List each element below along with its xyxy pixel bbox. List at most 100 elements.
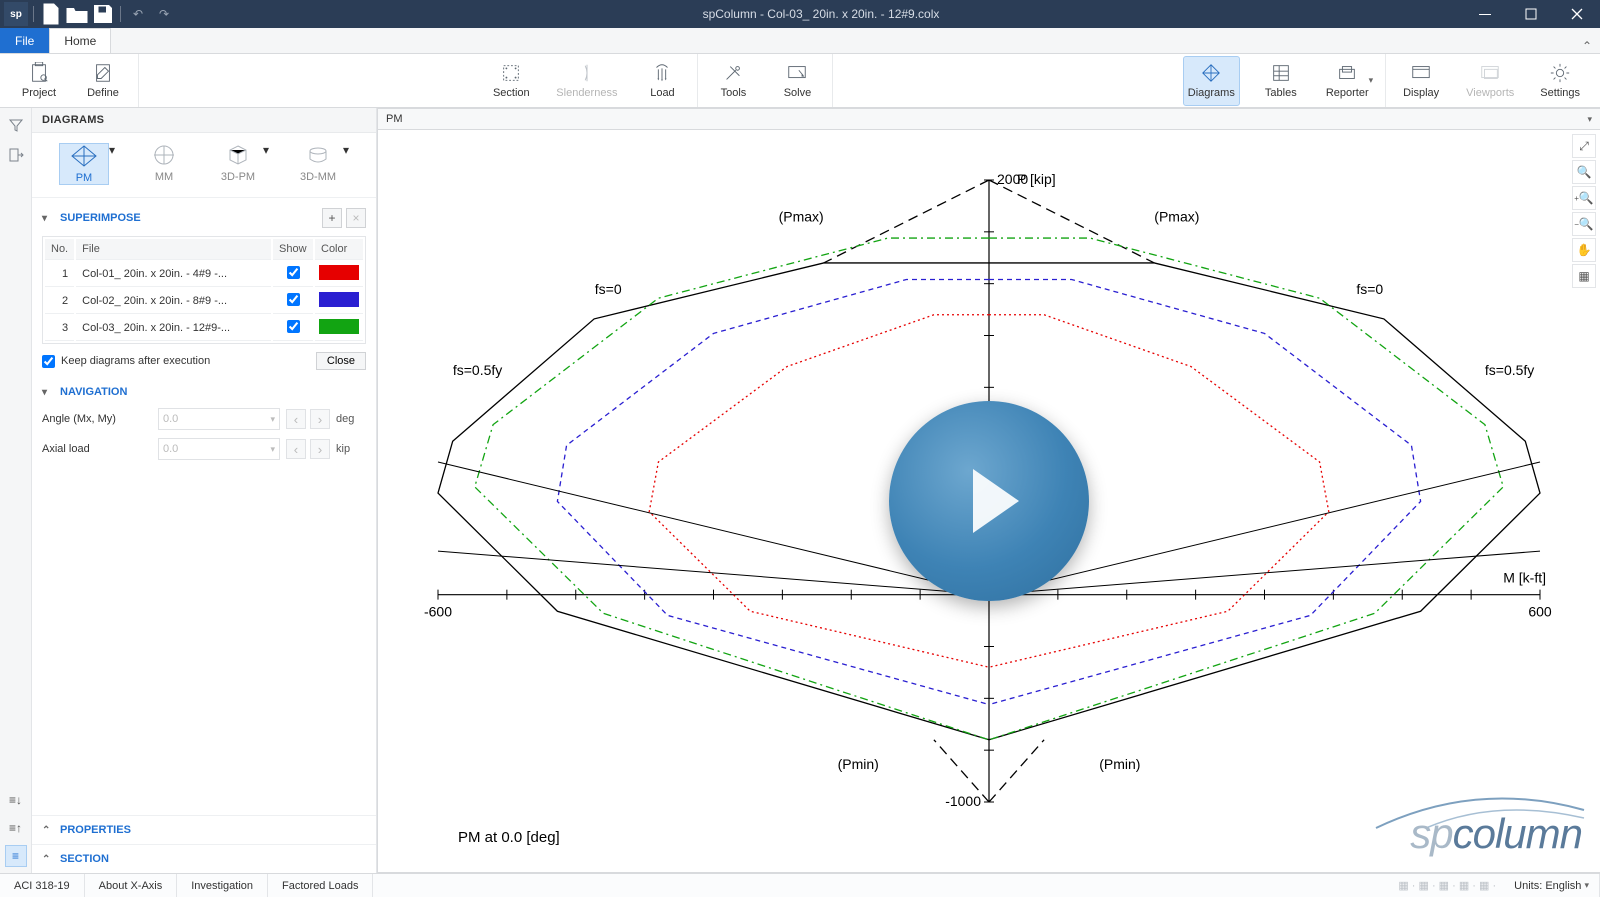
play-video-button[interactable] <box>889 401 1089 601</box>
svg-text:fs=0.5fy: fs=0.5fy <box>1485 362 1534 378</box>
ribbon-slenderness: Slenderness <box>552 56 621 106</box>
left-gutter: ≡↓ ≡↑ ≡ <box>0 108 32 873</box>
angle-prev[interactable]: ‹ <box>286 409 306 429</box>
export-icon[interactable] <box>5 144 27 166</box>
navigation-header[interactable]: ▾ NAVIGATION <box>32 376 376 404</box>
ribbon-collapse-icon[interactable]: ⌃ <box>1574 39 1600 53</box>
show-checkbox[interactable] <box>287 293 300 306</box>
ribbon-load[interactable]: Load <box>639 56 685 106</box>
tables-icon <box>1270 62 1292 84</box>
show-checkbox[interactable] <box>287 320 300 333</box>
reporter-icon <box>1336 62 1358 84</box>
ribbon-project[interactable]: Project <box>16 56 62 106</box>
svg-text:M [k-ft]: M [k-ft] <box>1503 570 1546 586</box>
ribbon: Project Define Section Slenderness Load … <box>0 54 1600 108</box>
svg-text:fs=0: fs=0 <box>1356 281 1383 297</box>
status-code: ACI 318-19 <box>0 874 85 897</box>
pan-icon[interactable]: ✋ <box>1572 238 1596 262</box>
tools-icon <box>722 62 744 84</box>
svg-text:(Pmax): (Pmax) <box>779 208 824 224</box>
sort-asc-icon[interactable]: ≡↑ <box>5 817 27 839</box>
axial-next[interactable]: › <box>310 439 330 459</box>
remove-superimpose-button: × <box>346 208 366 228</box>
open-file-icon[interactable] <box>65 2 89 26</box>
superimpose-header[interactable]: ▾ SUPERIMPOSE + × <box>32 198 376 234</box>
sort-desc-icon[interactable]: ≡↓ <box>5 789 27 811</box>
table-row[interactable]: 3Col-03_ 20in. x 20in. - 12#9-... <box>45 316 363 341</box>
mode-3d-mm[interactable]: 3D-MM <box>293 143 343 183</box>
window-maximize[interactable] <box>1508 0 1554 28</box>
tab-home[interactable]: Home <box>49 28 111 53</box>
define-icon <box>92 62 114 84</box>
table-row[interactable]: 1Col-01_ 20in. x 20in. - 4#9 -... <box>45 262 363 287</box>
svg-text:600: 600 <box>1528 604 1552 620</box>
show-checkbox[interactable] <box>287 266 300 279</box>
chevron-down-icon[interactable]: ▾ <box>1369 75 1374 86</box>
ribbon-section[interactable]: Section <box>488 56 534 106</box>
svg-text:(Pmax): (Pmax) <box>1154 208 1199 224</box>
section-header[interactable]: ⌃ SECTION <box>32 844 376 873</box>
viewports-icon <box>1479 62 1501 84</box>
window-title: spColumn - Col-03_ 20in. x 20in. - 12#9.… <box>180 7 1462 21</box>
svg-text:P [kip]: P [kip] <box>1017 171 1056 187</box>
svg-text:fs=0.5fy: fs=0.5fy <box>453 362 502 378</box>
brand-logo: spcolumn <box>1410 810 1582 858</box>
ribbon-settings[interactable]: Settings <box>1536 56 1584 106</box>
mode-3d-pm[interactable]: 3D-PM <box>213 143 263 183</box>
redo-icon[interactable]: ↷ <box>152 2 176 26</box>
properties-header[interactable]: ⌃ PROPERTIES <box>32 815 376 844</box>
axial-prev[interactable]: ‹ <box>286 439 306 459</box>
mode-3d-mm-dropdown[interactable]: ▾ <box>343 143 349 157</box>
status-mode: Investigation <box>177 874 268 897</box>
chevron-up-icon: ⌃ <box>42 825 56 836</box>
add-superimpose-button[interactable]: + <box>322 208 342 228</box>
save-icon[interactable] <box>91 2 115 26</box>
mode-pm[interactable]: PM <box>59 143 109 185</box>
new-file-icon[interactable] <box>39 2 63 26</box>
solve-icon <box>786 62 808 84</box>
angle-next[interactable]: › <box>310 409 330 429</box>
display-icon <box>1410 62 1432 84</box>
ribbon-tables[interactable]: Tables <box>1258 56 1304 106</box>
superimpose-table: No. File Show Color 1Col-01_ 20in. x 20i… <box>42 236 366 344</box>
filter-icon[interactable] <box>5 114 27 136</box>
side-panel-header: DIAGRAMS <box>32 108 376 133</box>
status-units[interactable]: Units: English ▾ <box>1504 874 1600 897</box>
angle-input[interactable]: 0.0▾ <box>158 408 280 430</box>
chevron-down-icon: ▾ <box>42 213 56 224</box>
keep-diagrams-checkbox[interactable] <box>42 355 55 368</box>
ribbon-define[interactable]: Define <box>80 56 126 106</box>
mode-mm[interactable]: MM <box>139 143 189 185</box>
diagrams-icon <box>1200 62 1222 84</box>
svg-text:-1000: -1000 <box>945 793 981 809</box>
status-loads: Factored Loads <box>268 874 373 897</box>
app-icon: sp <box>4 2 28 26</box>
ribbon-tools[interactable]: Tools <box>710 56 756 106</box>
gear-icon <box>1549 62 1571 84</box>
project-icon <box>28 62 50 84</box>
grid-icon[interactable]: ▦ <box>1572 264 1596 288</box>
tab-file[interactable]: File <box>0 28 49 53</box>
svg-text:-600: -600 <box>424 604 452 620</box>
table-row[interactable]: 2Col-02_ 20in. x 20in. - 8#9 -... <box>45 289 363 314</box>
menu-icon[interactable]: ≡ <box>5 845 27 867</box>
mode-pm-dropdown[interactable]: ▾ <box>109 143 115 157</box>
ribbon-display[interactable]: Display <box>1398 56 1444 106</box>
axial-input[interactable]: 0.0▾ <box>158 438 280 460</box>
zoom-out-icon[interactable]: −🔍 <box>1572 212 1596 236</box>
window-minimize[interactable] <box>1462 0 1508 28</box>
status-view-icons[interactable]: ▦ · ▦ · ▦ · ▦ · ▦ · <box>1390 879 1504 892</box>
ribbon-diagrams[interactable]: Diagrams <box>1183 56 1240 106</box>
undo-icon[interactable]: ↶ <box>126 2 150 26</box>
zoom-extents-icon[interactable]: ⤢ <box>1572 134 1596 158</box>
section-icon <box>500 62 522 84</box>
ribbon-reporter[interactable]: Reporter <box>1322 56 1373 106</box>
window-close[interactable] <box>1554 0 1600 28</box>
close-superimpose-button[interactable]: Close <box>316 352 366 370</box>
zoom-window-icon[interactable]: 🔍 <box>1572 160 1596 184</box>
mode-3d-pm-dropdown[interactable]: ▾ <box>263 143 269 157</box>
ribbon-viewports: Viewports <box>1462 56 1518 106</box>
ribbon-solve[interactable]: Solve <box>774 56 820 106</box>
zoom-in-icon[interactable]: +🔍 <box>1572 186 1596 210</box>
view-tab-dropdown-icon[interactable]: ▾ <box>1587 114 1592 125</box>
